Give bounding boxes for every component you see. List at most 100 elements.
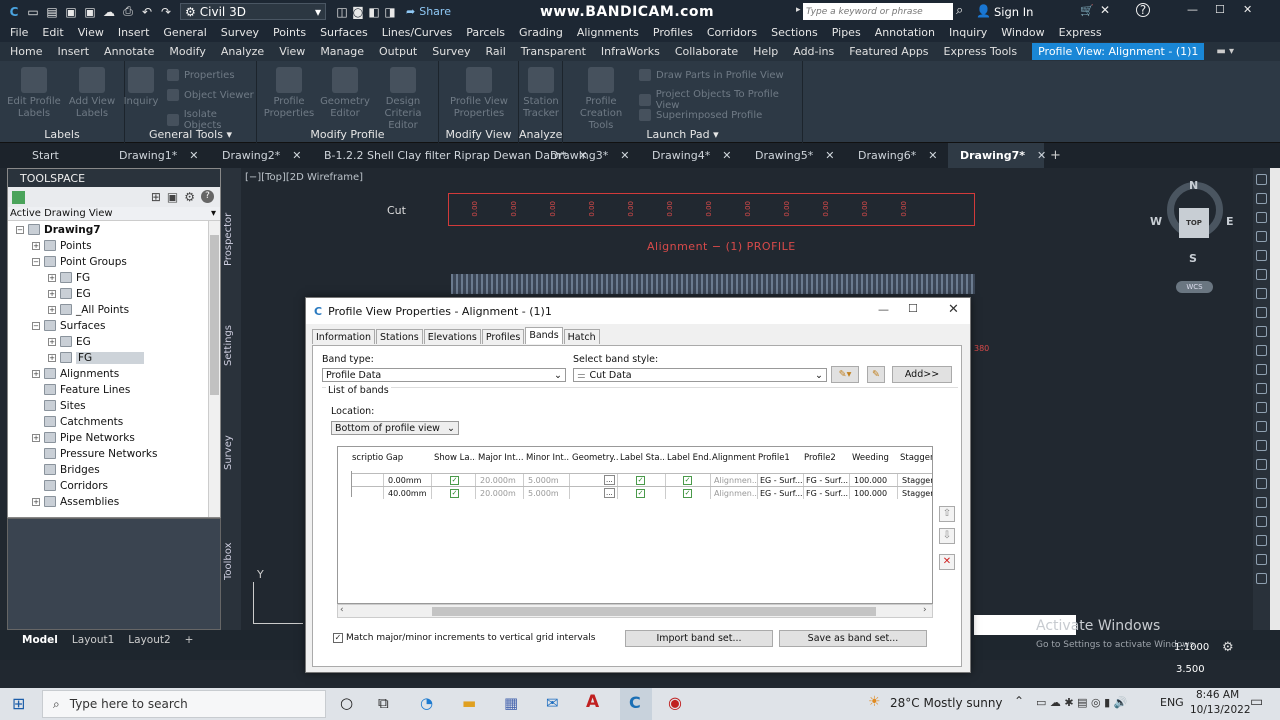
autocad-icon[interactable]: A <box>586 692 599 712</box>
edit-profile-labels-button[interactable]: Edit Profile Labels <box>2 61 66 120</box>
nav-tool-icon[interactable] <box>1256 326 1267 337</box>
nav-tool-icon[interactable] <box>1256 497 1267 508</box>
superimposed-profile-button[interactable]: Superimposed Profile <box>639 109 762 121</box>
new-tab-button[interactable]: + <box>1050 148 1061 163</box>
menu-express[interactable]: Express <box>1059 26 1102 39</box>
dialog-tab-elevations[interactable]: Elevations <box>423 329 481 344</box>
layout-tab-layout2[interactable]: Layout2 <box>128 634 170 646</box>
ribbon-tab-express-tools[interactable]: Express Tools <box>944 45 1018 58</box>
grid-cell[interactable]: 5.000m <box>526 474 570 486</box>
file-tab-8[interactable]: Drawing7* ✕ <box>948 143 1046 168</box>
menu-edit[interactable]: Edit <box>42 26 63 39</box>
undo-icon[interactable]: ↶ <box>139 4 155 20</box>
layout-tab-layout1[interactable]: Layout1 <box>72 634 114 646</box>
grid-cell[interactable]: ✓ <box>620 474 666 486</box>
move-up-button[interactable]: ⇧ <box>939 506 955 522</box>
expand-toggle-icon[interactable] <box>32 466 40 474</box>
grid-cell[interactable]: ✓ <box>620 487 666 499</box>
add-layout-button[interactable]: + <box>185 634 194 646</box>
expand-toggle-icon[interactable]: + <box>32 369 40 378</box>
side-tab-settings[interactable]: Settings <box>223 325 234 366</box>
nav-tool-icon[interactable] <box>1256 231 1267 242</box>
menu-file[interactable]: File <box>10 26 28 39</box>
close-tab-icon[interactable]: ✕ <box>1037 149 1046 162</box>
language-indicator[interactable]: ENG <box>1160 696 1184 709</box>
window-scrollbar[interactable] <box>1270 168 1280 630</box>
search-input[interactable]: Type a keyword or phrase <box>803 3 953 20</box>
ribbon-tab-insert[interactable]: Insert <box>57 45 89 58</box>
profile-view-properties-button[interactable]: Profile View Properties <box>447 61 511 120</box>
profile-grid[interactable] <box>451 274 975 294</box>
expand-toggle-icon[interactable]: + <box>32 433 40 442</box>
close-tab-icon[interactable]: ✕ <box>928 149 937 162</box>
dialog-close-button[interactable]: ✕ <box>948 302 959 317</box>
ribbon-tab-rail[interactable]: Rail <box>486 45 506 58</box>
expand-toggle-icon[interactable]: + <box>48 305 56 314</box>
tree-node-feature-lines[interactable]: Feature Lines <box>32 382 130 397</box>
grid-cell[interactable]: ✓ <box>667 487 711 499</box>
grid-cell[interactable]: Alignmen... <box>712 487 758 499</box>
design-criteria-editor-button[interactable]: Design Criteria Editor <box>371 61 435 132</box>
close-tab-icon[interactable]: ✕ <box>620 149 629 162</box>
grid-cell[interactable]: ✓ <box>434 474 476 486</box>
tree-node-point-groups[interactable]: − Point Groups <box>32 254 127 269</box>
menu-surfaces[interactable]: Surfaces <box>320 26 368 39</box>
dialog-tab-stations[interactable]: Stations <box>376 329 423 344</box>
band-style-select[interactable]: ⚌ Cut Data ⌄ <box>573 368 827 382</box>
cut-band-box[interactable]: 0.00 0.00 0.00 0.00 0.00 0.00 0.00 0.00 0.00 0.00… <box>448 193 975 226</box>
nav-tool-icon[interactable] <box>1256 250 1267 261</box>
add-band-button[interactable]: Add>> <box>892 366 952 383</box>
dialog-maximize-button[interactable]: ☐ <box>908 302 918 315</box>
viewcube-top[interactable]: TOP <box>1179 208 1209 238</box>
nav-tool-icon[interactable] <box>1256 421 1267 432</box>
grid-header-12[interactable]: Stagger <box>900 453 932 463</box>
nav-tool-icon[interactable] <box>1256 364 1267 375</box>
grid-cell[interactable] <box>352 474 384 486</box>
compass-east[interactable]: E <box>1226 215 1234 228</box>
grid-hscrollbar[interactable]: ‹ › <box>337 604 933 618</box>
nav-tool-icon[interactable] <box>1256 174 1267 185</box>
style-pick-button[interactable]: ✎ <box>867 366 885 383</box>
save-as-icon[interactable]: ▣ <box>82 4 98 20</box>
profile-properties-button[interactable]: Profile Properties <box>257 61 321 120</box>
expand-toggle-icon[interactable] <box>32 386 40 394</box>
weather-text[interactable]: 28°C Mostly sunny <box>890 696 1003 710</box>
tree-node-points[interactable]: + Points <box>32 238 92 253</box>
tree-icon[interactable]: ⊞ <box>151 190 161 204</box>
grid-header-3[interactable]: Major Int... <box>478 453 524 463</box>
expand-toggle-icon[interactable] <box>32 450 40 458</box>
ribbon-tab-transparent[interactable]: Transparent <box>521 45 586 58</box>
settings-gear-icon[interactable]: ⚙ <box>1222 640 1234 655</box>
tree-node-fg[interactable]: + FG <box>48 350 145 365</box>
cart-icon[interactable]: 🛒 <box>1080 4 1094 17</box>
ribbon-tab-collaborate[interactable]: Collaborate <box>675 45 738 58</box>
expand-toggle-icon[interactable]: + <box>48 337 56 346</box>
grid-cell[interactable]: EG - Surf... <box>758 474 804 486</box>
expand-toggle-icon[interactable]: + <box>32 241 40 250</box>
ribbon-tab-infraworks[interactable]: InfraWorks <box>601 45 660 58</box>
grid-header-4[interactable]: Minor Int... <box>526 453 570 463</box>
import-band-set-button[interactable]: Import band set... <box>625 630 773 647</box>
menu-lines-curves[interactable]: Lines/Curves <box>382 26 453 39</box>
record-icon[interactable]: ◉ <box>668 693 682 712</box>
nav-tool-icon[interactable] <box>1256 573 1267 584</box>
help-icon[interactable]: ? <box>1136 3 1150 17</box>
grid-cell[interactable]: Stagger <box>900 487 932 499</box>
checkbox-checked-icon[interactable]: ✓ <box>683 475 692 485</box>
nav-tool-icon[interactable] <box>1256 402 1267 413</box>
save-band-set-button[interactable]: Save as band set... <box>779 630 927 647</box>
project-objects-button[interactable]: Project Objects To Profile View <box>639 89 802 111</box>
launch-pad-panel-title[interactable]: Launch Pad ▾ <box>563 128 802 141</box>
ribbon-tab-home[interactable]: Home <box>10 45 42 58</box>
tree-node-alignments[interactable]: + Alignments <box>32 366 119 381</box>
grid-header-0[interactable]: scription <box>352 453 384 463</box>
menu-insert[interactable]: Insert <box>118 26 150 39</box>
redo-icon[interactable]: ↷ <box>158 4 174 20</box>
grid-cell[interactable]: 100.000 <box>852 474 898 486</box>
location-select[interactable]: Bottom of profile view ⌄ <box>331 421 459 435</box>
band-type-select[interactable]: Profile Data ⌄ <box>322 368 566 382</box>
grid-header-11[interactable]: Weeding <box>852 453 898 463</box>
tree-node-surfaces[interactable]: − Surfaces <box>32 318 105 333</box>
side-tab-survey[interactable]: Survey <box>223 435 234 470</box>
annotation-scale[interactable]: 1:1000 <box>1174 642 1209 653</box>
